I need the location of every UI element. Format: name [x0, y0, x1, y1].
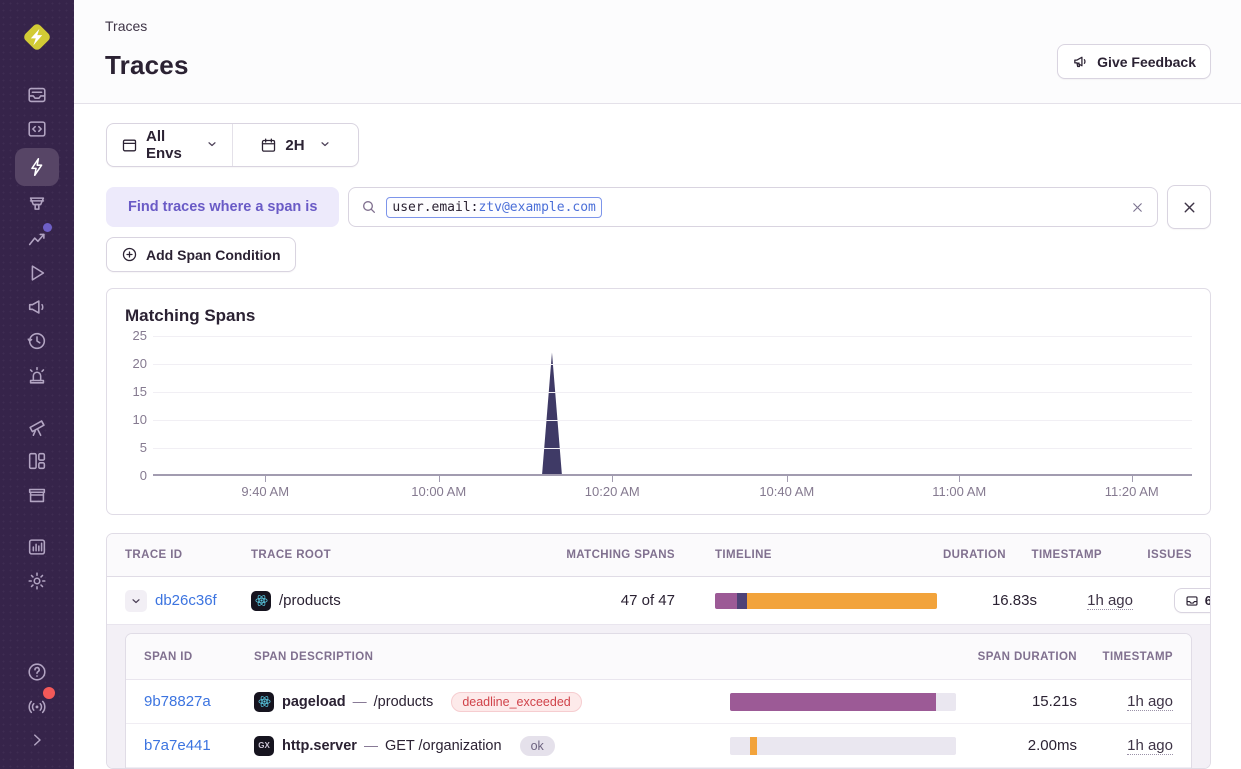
span-row[interactable]: 9b78827a page — [126, 680, 1191, 724]
archive-icon[interactable] — [15, 478, 59, 512]
col-timeline: TIMELINE — [675, 549, 906, 561]
react-platform-icon — [251, 591, 271, 611]
col-trace-root: TRACE ROOT — [251, 549, 551, 561]
help-icon[interactable] — [15, 655, 59, 689]
search-icon — [361, 199, 377, 215]
trace-duration: 16.83s — [992, 592, 1037, 609]
span-duration: 2.00ms — [1028, 737, 1077, 754]
stats-icon[interactable] — [15, 530, 59, 564]
releases-icon[interactable] — [15, 324, 59, 358]
chart-title: Matching Spans — [125, 306, 1192, 326]
span-search-input[interactable]: user.email:ztv@example.com — [348, 187, 1158, 227]
traces-table-header: TRACE ID TRACE ROOT MATCHING SPANS TIMEL… — [107, 534, 1210, 577]
calendar-icon — [260, 137, 277, 154]
explore-icon[interactable] — [15, 410, 59, 444]
col-span-duration: SPAN DURATION — [978, 651, 1077, 663]
issues-icon[interactable] — [15, 78, 59, 112]
trace-id-link[interactable]: db26c36f — [155, 592, 217, 609]
matching-spans-count: 47 of 47 — [621, 592, 675, 609]
breadcrumb[interactable]: Traces — [105, 18, 189, 34]
performance-icon[interactable] — [15, 148, 59, 186]
collapse-icon[interactable] — [15, 723, 59, 757]
spans-table: SPAN ID SPAN DESCRIPTION SPAN DURATION T… — [125, 633, 1192, 768]
col-issues: ISSUES — [1147, 549, 1192, 561]
trace-root-name: /products — [279, 592, 341, 609]
megaphone-icon — [1072, 53, 1089, 70]
metrics-icon[interactable] — [15, 222, 59, 256]
span-id-link[interactable]: 9b78827a — [144, 693, 254, 710]
page-title: Traces — [105, 50, 189, 81]
span-timeline-bar — [730, 693, 956, 711]
spans-table-header: SPAN ID SPAN DESCRIPTION SPAN DURATION T… — [126, 634, 1191, 680]
col-duration: DURATION — [943, 549, 1006, 561]
span-timestamp: 1h ago — [1127, 737, 1173, 755]
matching-spans-chart: 0510152025 9:40 AM10:00 AM10:20 AM10:40 … — [153, 336, 1192, 500]
col-span-id: SPAN ID — [144, 651, 254, 663]
remove-condition-button[interactable] — [1167, 185, 1211, 229]
add-span-condition-button[interactable]: Add Span Condition — [106, 237, 296, 272]
sidebar — [0, 0, 74, 769]
page-header: Traces Traces Give Feedback — [74, 0, 1241, 104]
plus-circle-icon — [121, 246, 138, 263]
span-id-link[interactable]: b7a7e441 — [144, 737, 254, 754]
span-duration: 15.21s — [1032, 693, 1077, 710]
trace-issues-button[interactable]: 6 — [1174, 588, 1211, 613]
condition-label: Find traces where a span is — [106, 187, 339, 227]
col-trace-id: TRACE ID — [125, 549, 251, 561]
environment-icon — [121, 137, 138, 154]
span-condition-row: Find traces where a span is user.email:z… — [106, 185, 1211, 229]
platform-icon-dark: GX — [254, 736, 274, 756]
chart-x-axis: 9:40 AM10:00 AM10:20 AM10:40 AM11:00 AM1… — [153, 476, 1192, 500]
chart-plot: 0510152025 — [153, 336, 1192, 476]
whats-new-icon[interactable] — [15, 689, 59, 723]
collapse-row-icon[interactable] — [125, 590, 147, 612]
give-feedback-button[interactable]: Give Feedback — [1057, 44, 1211, 79]
profiling-icon[interactable] — [15, 188, 59, 222]
trace-expanded-zone: SPAN ID SPAN DESCRIPTION SPAN DURATION T… — [107, 624, 1210, 768]
matching-spans-panel: Matching Spans 0510152025 9:40 AM10:00 A… — [106, 288, 1211, 515]
environment-filter[interactable]: All Envs — [107, 124, 232, 166]
chevron-down-icon — [206, 137, 218, 154]
trace-row[interactable]: db26c36f /products 47 — [107, 577, 1210, 624]
span-timestamp: 1h ago — [1127, 693, 1173, 711]
app-root: Traces Traces Give Feedback — [0, 0, 1241, 769]
span-timeline-bar — [730, 737, 956, 755]
col-span-timestamp: TIMESTAMP — [1103, 651, 1173, 663]
issues-inbox-icon — [1185, 594, 1199, 608]
page-content: All Envs 2H — [74, 104, 1241, 769]
user-feedback-icon[interactable] — [15, 290, 59, 324]
traces-table: TRACE ID TRACE ROOT MATCHING SPANS TIMEL… — [106, 533, 1211, 769]
replays-icon[interactable] — [15, 256, 59, 290]
whats-new-dot — [43, 687, 55, 699]
react-platform-icon — [254, 692, 274, 712]
dashboards-icon[interactable] — [15, 444, 59, 478]
filter-bar: All Envs 2H — [106, 123, 359, 167]
time-range-filter[interactable]: 2H — [233, 124, 358, 166]
sentry-logo[interactable] — [18, 18, 56, 56]
clear-search-icon[interactable] — [1130, 200, 1145, 215]
chevron-down-icon — [319, 137, 331, 154]
metrics-new-dot — [43, 223, 52, 232]
span-status-badge: ok — [520, 736, 555, 756]
search-filter-token[interactable]: user.email:ztv@example.com — [386, 197, 602, 218]
span-row[interactable]: b7a7e441 GX http.server—GET /organizatio… — [126, 724, 1191, 768]
trace-timeline-bar — [715, 593, 937, 609]
projects-icon[interactable] — [15, 112, 59, 146]
span-status-badge: deadline_exceeded — [451, 692, 581, 712]
trace-timestamp: 1h ago — [1087, 592, 1133, 610]
chart-spike-series — [153, 336, 1192, 474]
main-area: Traces Traces Give Feedback — [74, 0, 1241, 769]
col-matching-spans: MATCHING SPANS — [566, 549, 675, 561]
col-timestamp: TIMESTAMP — [1032, 549, 1102, 561]
alerts-icon[interactable] — [15, 358, 59, 392]
settings-icon[interactable] — [15, 564, 59, 598]
col-span-description: SPAN DESCRIPTION — [254, 651, 730, 663]
